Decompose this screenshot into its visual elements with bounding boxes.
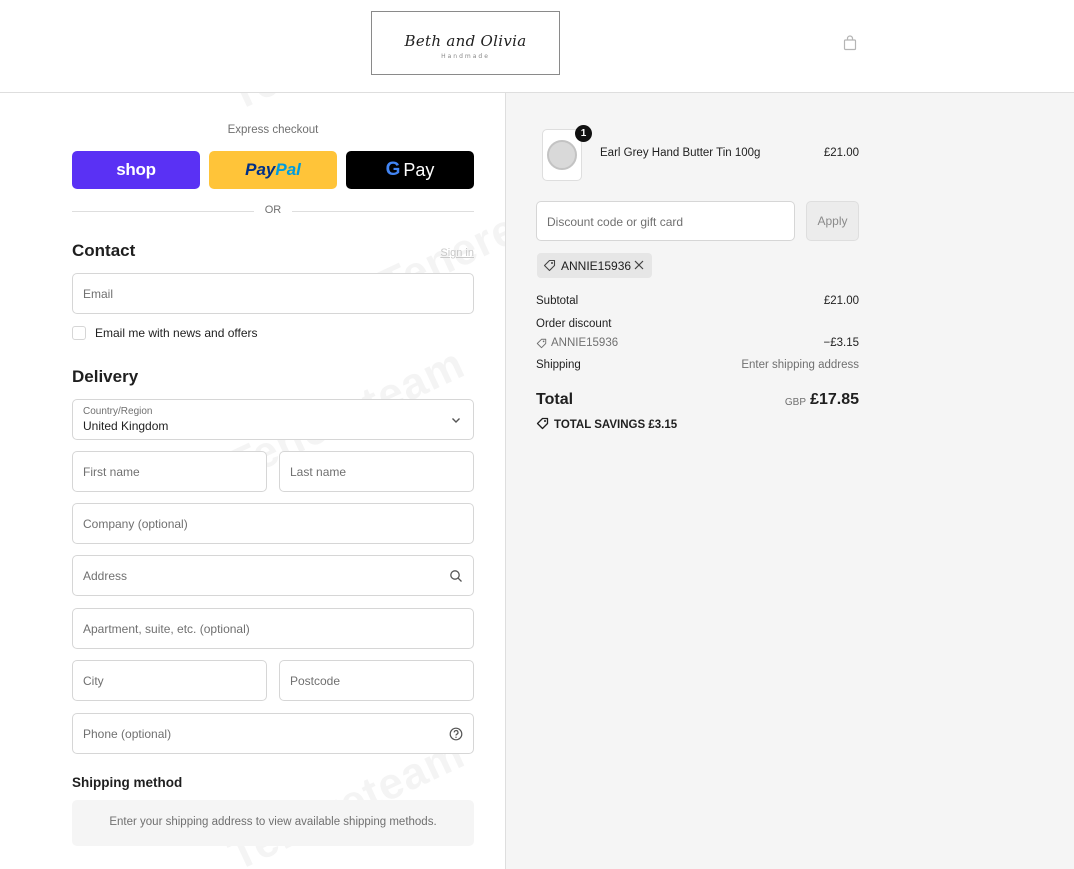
- paypal-label-pal: Pal: [275, 160, 301, 179]
- total-label: Total: [536, 391, 574, 408]
- close-icon[interactable]: [633, 259, 645, 271]
- country-label: Country/Region: [83, 406, 153, 417]
- tag-icon: [543, 259, 556, 272]
- applied-discount-chip: ANNIE15936: [537, 253, 652, 278]
- google-pay-label: Pay: [403, 159, 435, 180]
- phone-placeholder: Phone (optional): [83, 727, 172, 741]
- subtotal-value: £21.00: [823, 295, 859, 307]
- shipping-label: Shipping: [536, 359, 581, 371]
- apartment-field[interactable]: Apartment, suite, etc. (optional): [72, 608, 474, 649]
- shipping-value: Enter shipping address: [741, 359, 859, 371]
- logo-name: Beth and Olivia: [404, 32, 527, 50]
- order-discount-value: −£3.15: [823, 337, 860, 349]
- logo-subtitle: Handmade: [441, 53, 490, 60]
- email-field[interactable]: Email: [72, 273, 474, 314]
- country-value: United Kingdom: [83, 419, 169, 433]
- subtotal-label: Subtotal: [536, 295, 579, 307]
- shopping-bag-icon[interactable]: [842, 35, 858, 51]
- contact-title: Contact: [72, 241, 136, 260]
- product-image: [547, 140, 577, 170]
- search-icon: [450, 570, 462, 582]
- tag-icon: [536, 338, 547, 349]
- postcode-field[interactable]: Postcode: [279, 660, 474, 701]
- last-name-placeholder: Last name: [290, 465, 347, 479]
- shop-pay-button[interactable]: shop: [72, 151, 200, 189]
- or-label: OR: [264, 204, 282, 216]
- country-select[interactable]: Country/Region United Kingdom: [72, 399, 474, 440]
- savings-label: TOTAL SAVINGS: [554, 419, 646, 431]
- google-g-icon: G: [385, 159, 401, 180]
- savings-value: £3.15: [648, 419, 678, 431]
- email-placeholder: Email: [83, 287, 114, 301]
- shop-pay-label: shop: [116, 160, 156, 179]
- google-pay-button[interactable]: G Pay: [346, 151, 474, 189]
- tag-icon: [536, 417, 549, 430]
- city-placeholder: City: [83, 674, 104, 688]
- company-placeholder: Company (optional): [83, 517, 188, 531]
- last-name-field[interactable]: Last name: [279, 451, 474, 492]
- chevron-down-icon: [452, 418, 460, 423]
- newsletter-checkbox[interactable]: [72, 326, 86, 340]
- city-field[interactable]: City: [72, 660, 267, 701]
- company-field[interactable]: Company (optional): [72, 503, 474, 544]
- express-checkout-title: Express checkout: [227, 124, 319, 136]
- address-placeholder: Address: [83, 569, 128, 583]
- store-logo[interactable]: Beth and Olivia Handmade: [371, 11, 560, 75]
- postcode-placeholder: Postcode: [290, 674, 341, 688]
- help-circle-icon[interactable]: [449, 727, 463, 741]
- apply-discount-button[interactable]: Apply: [806, 201, 859, 241]
- or-divider: OR: [72, 204, 474, 218]
- discount-placeholder: Discount code or gift card: [547, 215, 684, 229]
- applied-code: ANNIE15936: [561, 259, 632, 273]
- address-field[interactable]: Address: [72, 555, 474, 596]
- first-name-placeholder: First name: [83, 465, 140, 479]
- newsletter-label: Email me with news and offers: [95, 326, 258, 340]
- order-discount-code: ANNIE15936: [551, 337, 619, 349]
- checkout-header: Beth and Olivia Handmade: [0, 0, 1074, 93]
- shipping-method-notice: Enter your shipping address to view avai…: [72, 800, 474, 846]
- apartment-placeholder: Apartment, suite, etc. (optional): [83, 622, 250, 636]
- total-currency: GBP: [784, 397, 806, 408]
- total-savings: TOTAL SAVINGS £3.15: [536, 417, 677, 431]
- discount-code-input[interactable]: Discount code or gift card: [536, 201, 795, 241]
- product-name: Earl Grey Hand Butter Tin 100g: [600, 147, 761, 159]
- total-value: £17.85: [810, 391, 859, 408]
- paypal-button[interactable]: Pay Pal: [209, 151, 337, 189]
- quantity-badge: 1: [575, 125, 592, 142]
- phone-field[interactable]: Phone (optional): [72, 713, 474, 754]
- product-price: £21.00: [823, 147, 859, 159]
- sign-in-link[interactable]: Sign in: [440, 247, 474, 259]
- first-name-field[interactable]: First name: [72, 451, 267, 492]
- shipping-method-title: Shipping method: [72, 775, 183, 790]
- order-discount-label: Order discount: [536, 318, 612, 330]
- delivery-title: Delivery: [72, 367, 139, 386]
- paypal-label-pay: Pay: [245, 160, 276, 179]
